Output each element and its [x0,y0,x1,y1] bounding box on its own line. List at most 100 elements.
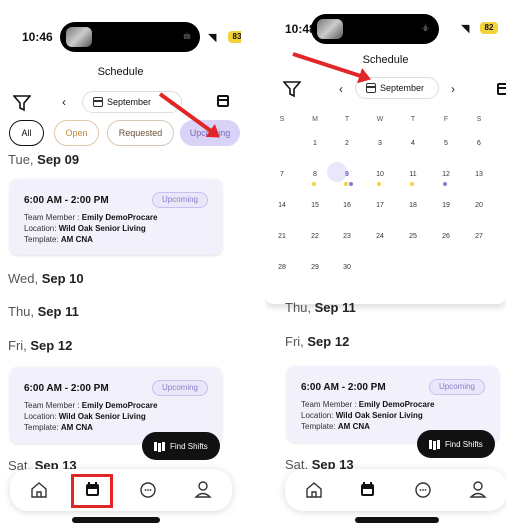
weekday-label: T [410,116,416,123]
day-header: Fri, Sep 12 [8,338,72,353]
calendar-day[interactable]: 4 [402,140,424,147]
calendar-view-button[interactable] [217,95,229,107]
filter-icon[interactable] [283,80,301,98]
weekday-label: S [476,116,482,123]
shift-card[interactable]: 6:00 AM - 2:00 PM Upcoming Team Member :… [10,179,222,255]
month-label: September [107,97,152,107]
calendar-day[interactable]: 19 [435,202,457,209]
bottom-tab-bar [10,469,232,511]
calendar-day[interactable]: 16 [336,202,358,209]
shift-template: Template: AM CNA [24,423,93,432]
calendar-day[interactable]: 30 [336,264,358,271]
weekday-label: F [443,116,449,123]
calendar-day[interactable]: 17 [369,202,391,209]
month-label: September [380,83,425,93]
shift-time: 6:00 AM - 2:00 PM [24,195,109,206]
chat-icon[interactable] [133,475,163,505]
calendar-day[interactable]: 1 [304,140,326,147]
filter-chip-all[interactable]: All [9,120,44,146]
home-indicator [355,517,439,523]
day-weekday: Thu, [285,300,315,315]
day-header: Wed, Sep 10 [8,271,84,286]
page-title: Schedule [97,66,144,78]
month-calendar: S M T W T F S 1 2 3 4 5 6 7 8 9 10 11 12 13 14 15 16 17 18 19 20 21… [265,104,506,304]
map-icon [429,439,439,449]
calendar-day[interactable]: 23 [336,233,358,240]
chevron-right-icon[interactable]: › [451,82,455,96]
shift-template: Template: AM CNA [301,422,370,431]
calendar-day[interactable]: 12 [435,171,457,178]
media-thumbnail [66,27,92,47]
calendar-day[interactable]: 13 [468,171,490,178]
calendar-day[interactable]: 5 [435,140,457,147]
template-label: Template: [24,235,61,244]
shift-location: Location: Wild Oak Senior Living [24,224,146,233]
audio-wave-icon: ·ılı· [421,23,430,33]
member-label: Team Member : [301,400,359,409]
location-value: Wild Oak Senior Living [58,224,146,233]
calendar-day[interactable]: 15 [304,202,326,209]
calendar-day[interactable]: 24 [369,233,391,240]
calendar-day[interactable]: 21 [271,233,293,240]
filter-icon[interactable] [13,94,31,112]
calendar-view-button[interactable] [497,83,506,95]
calendar-day[interactable]: 11 [402,171,424,178]
wifi-icon: ◥ [208,32,217,44]
calendar-day[interactable]: 22 [304,233,326,240]
calendar-day[interactable]: 29 [304,264,326,271]
event-dot [349,182,353,186]
find-shifts-button[interactable]: Find Shifts [417,430,495,458]
day-header: Fri, Sep 12 [285,334,349,349]
status-badge: Upcoming [151,192,208,208]
day-date: Sep 09 [37,152,80,167]
day-date: Sep 11 [37,304,79,319]
chevron-left-icon[interactable]: ‹ [62,95,66,109]
calendar-day[interactable]: 10 [369,171,391,178]
day-header: Thu, Sep 11 [8,304,79,319]
calendar-day[interactable]: 27 [468,233,490,240]
calendar-day[interactable]: 28 [271,264,293,271]
calendar-day[interactable]: 2 [336,140,358,147]
weekday-label: W [376,116,384,123]
shift-member: Team Member : Emily DemoProcare [301,400,434,409]
dynamic-island: ·ılı· [311,14,439,44]
calendar-day[interactable]: 26 [435,233,457,240]
day-header: Thu, Sep 11 [285,300,356,315]
home-indicator [72,517,160,523]
weekday-label: M [312,116,318,123]
calendar-day[interactable]: 18 [402,202,424,209]
calendar-day[interactable]: 25 [402,233,424,240]
filter-chip-requested[interactable]: Requested [107,120,174,146]
filter-chip-open[interactable]: Open [54,120,99,146]
location-value: Wild Oak Senior Living [58,412,146,421]
status-badge: Upcoming [151,380,208,396]
shift-time: 6:00 AM - 2:00 PM [301,382,386,393]
calendar-day[interactable]: 20 [468,202,490,209]
chat-icon[interactable] [408,475,438,505]
status-time: 10:46 [22,30,53,44]
member-label: Team Member : [24,401,82,410]
chevron-left-icon[interactable]: ‹ [339,82,343,96]
calendar-day[interactable]: 9 [336,171,358,178]
home-icon[interactable] [24,475,54,505]
home-icon[interactable] [299,475,329,505]
shift-location: Location: Wild Oak Senior Living [301,411,423,420]
calendar-day[interactable]: 7 [271,171,293,178]
bottom-tab-bar [285,469,506,511]
shift-member: Team Member : Emily DemoProcare [24,401,157,410]
template-value: AM CNA [60,423,93,432]
profile-icon[interactable] [188,475,218,505]
calendar-day[interactable]: 3 [369,140,391,147]
shift-location: Location: Wild Oak Senior Living [24,412,146,421]
location-label: Location: [24,224,59,233]
calendar-tab-icon[interactable] [352,475,382,505]
status-badge: Upcoming [428,379,485,395]
left-screen: 10:46 ıılıı ◥ 83 Schedule ‹ September › … [0,0,241,525]
calendar-day[interactable]: 14 [271,202,293,209]
calendar-day[interactable]: 6 [468,140,490,147]
find-shifts-button[interactable]: Find Shifts [142,432,220,460]
day-date: Sep 12 [307,334,350,349]
profile-icon[interactable] [463,475,493,505]
calendar-day[interactable]: 8 [304,171,326,178]
audio-wave-icon: ıılıı [182,31,191,41]
